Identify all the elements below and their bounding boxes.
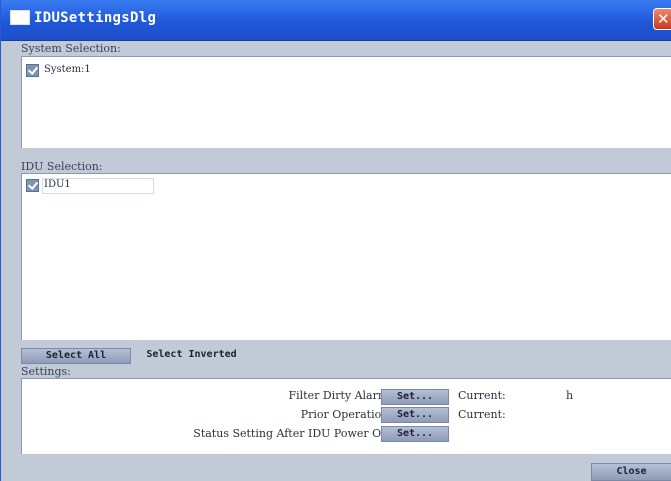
prior-operation-current-label: Current: [458, 408, 506, 421]
system-item-label: System:1 [44, 64, 91, 75]
window-icon [10, 10, 30, 25]
prior-operation-label: Prior Operation: [300, 408, 392, 421]
close-button[interactable]: Close [591, 463, 671, 481]
system-selection-list[interactable]: System:1 [21, 56, 671, 148]
filter-dirty-alarm-label: Filter Dirty Alarm: [288, 389, 393, 402]
settings-panel: Filter Dirty Alarm: Set... Current: h Pr… [21, 378, 671, 454]
window-title: IDUSettingsDlg [34, 10, 157, 26]
idu-settings-dialog: IDUSettingsDlg ✕ System Selection: Syste… [0, 0, 671, 481]
filter-dirty-alarm-current-value: h [566, 389, 574, 402]
settings-label: Settings: [21, 365, 71, 378]
close-window-button[interactable]: ✕ [653, 8, 671, 30]
status-setting-set-button[interactable]: Set... [381, 426, 449, 442]
idu-selection-label: IDU Selection: [21, 160, 103, 173]
idu-checkbox[interactable] [26, 179, 39, 192]
title-bar[interactable]: IDUSettingsDlg ✕ [1, 0, 671, 41]
list-item-idu[interactable]: IDU1 [26, 178, 166, 194]
system-selection-label: System Selection: [21, 42, 121, 55]
filter-dirty-alarm-set-button[interactable]: Set... [381, 389, 449, 405]
status-setting-label: Status Setting After IDU Power On: [193, 427, 392, 440]
filter-dirty-alarm-current-label: Current: [458, 389, 506, 402]
idu-item-label: IDU1 [44, 179, 71, 190]
system-checkbox[interactable] [26, 64, 39, 77]
select-all-button[interactable]: Select All [21, 348, 131, 364]
idu-selection-list[interactable]: IDU1 [21, 173, 671, 340]
select-inverted-button[interactable]: Select Inverted [134, 348, 249, 364]
prior-operation-set-button[interactable]: Set... [381, 407, 449, 423]
